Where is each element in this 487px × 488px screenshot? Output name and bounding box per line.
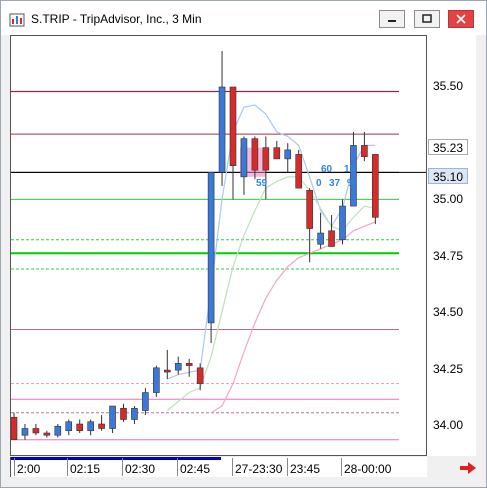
app-icon [9, 13, 25, 27]
title-bar[interactable]: S.TRIP - TripAdvisor, Inc., 3 Min [1, 1, 486, 35]
y-tick-label: 34.50 [433, 305, 464, 319]
candle-body [306, 190, 313, 229]
y-tick-label: 34.25 [433, 362, 464, 376]
candle-body [43, 432, 51, 436]
candle-body [109, 405, 116, 429]
last-price-tag: 35.23 [428, 139, 468, 155]
annotation-text: % [347, 178, 356, 189]
y-tick-label: 35.00 [433, 192, 464, 206]
window-title: S.TRIP - TripAdvisor, Inc., 3 Min [31, 12, 202, 26]
x-tick [341, 458, 342, 476]
maximize-button[interactable] [414, 10, 440, 28]
candle-body [262, 147, 270, 171]
candle-body [153, 367, 160, 393]
candle-body [120, 407, 127, 420]
x-tick-label: 27-23:30 [235, 462, 283, 476]
x-tick-label: 02:15 [70, 462, 101, 476]
annotation-text: 0 [316, 178, 322, 189]
x-tick [67, 458, 68, 476]
candle-body [229, 86, 237, 166]
x-tick [177, 458, 178, 476]
candle-body [76, 423, 83, 432]
candle-body [32, 428, 40, 434]
close-button[interactable] [448, 10, 474, 28]
candle-body [54, 425, 62, 436]
candle-body [273, 147, 281, 160]
candle-body [131, 407, 138, 420]
maximize-icon [422, 14, 432, 23]
candle-body [317, 232, 324, 245]
y-tick-label: 34.75 [433, 249, 464, 263]
x-tick [232, 458, 233, 476]
upper-band-line [167, 104, 376, 380]
lower-band-line [210, 221, 376, 414]
x-tick [14, 458, 15, 476]
candle-body [361, 145, 368, 157]
candle-body [251, 138, 259, 171]
price-chart-svg: 60 13 0 37 % 59 [10, 51, 426, 441]
candle-body [240, 138, 248, 178]
candle-body [185, 363, 193, 366]
x-tick-label: 23:45 [290, 462, 321, 476]
candle-body [339, 205, 346, 241]
candle-body [164, 369, 171, 373]
close-icon [456, 14, 466, 24]
candle-body [21, 428, 29, 436]
candle-body [328, 230, 335, 247]
candle-body [218, 86, 226, 173]
minimize-icon [388, 20, 396, 22]
y-tick-label: 35.50 [433, 79, 464, 93]
chart-plot-area[interactable]: 60 13 0 37% 59 [10, 35, 427, 456]
candle-body [196, 367, 204, 384]
y-tick-label: 34.00 [433, 418, 464, 432]
scroll-right-arrow-icon[interactable] [459, 460, 477, 476]
time-scroll-indicator[interactable] [11, 457, 221, 460]
annotation-text: 37 [329, 178, 341, 189]
candle-body [295, 154, 303, 189]
candle-body [174, 363, 182, 371]
annotation-text: 60 [321, 164, 333, 175]
current-price-tag: 35.10 [428, 168, 468, 184]
minimize-button[interactable] [379, 10, 405, 28]
candle-body [98, 423, 105, 429]
candle-body [87, 421, 94, 432]
x-tick-label: 2:00 [17, 462, 41, 476]
candle-body [207, 172, 215, 324]
x-tick-label: 02:45 [180, 462, 211, 476]
candle-body [65, 421, 73, 432]
candle-body [142, 392, 149, 411]
candle-body [372, 154, 379, 218]
annotation-text: 59 [256, 178, 268, 189]
x-tick-label: 02:30 [125, 462, 156, 476]
x-tick-label: 28-00:00 [344, 462, 392, 476]
candle-body [284, 149, 292, 160]
x-tick [287, 458, 288, 476]
candle-body [350, 145, 357, 207]
candle-body [10, 416, 18, 441]
chart-window: S.TRIP - TripAdvisor, Inc., 3 Min 60 13 0 3… [0, 0, 487, 488]
price-axis[interactable] [427, 35, 476, 456]
annotation-text: 13 [344, 164, 356, 175]
x-tick [122, 458, 123, 476]
